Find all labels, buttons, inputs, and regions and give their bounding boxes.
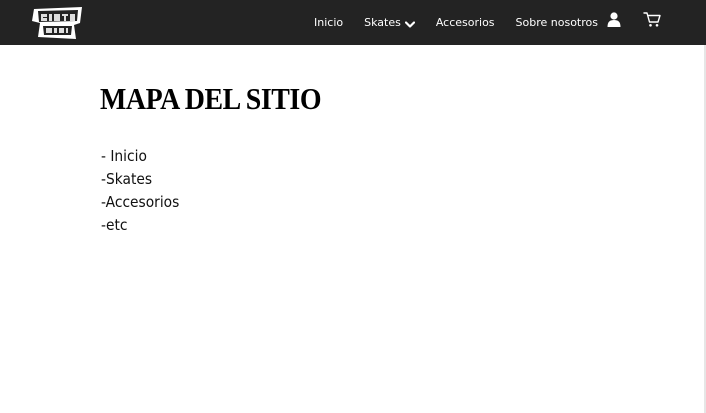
skate-or-die-logo[interactable] <box>30 5 86 41</box>
sitemap-item-accesorios: -Accesorios <box>101 193 180 211</box>
sitemap-item-etc: -etc <box>101 216 128 234</box>
chevron-down-icon <box>404 19 415 28</box>
sitemap-item-skates: -Skates <box>101 170 153 188</box>
user-icon[interactable] <box>607 12 621 27</box>
page-title: MAPA DEL SITIO <box>100 81 322 116</box>
page: Inicio Skates Accesorios Sobre nosotros <box>0 0 706 413</box>
cart-icon[interactable] <box>643 11 661 28</box>
main-nav: Inicio Skates Accesorios Sobre nosotros <box>314 0 598 45</box>
sitemap-item-inicio: - Inicio <box>101 147 147 165</box>
nav-inicio[interactable]: Inicio <box>314 16 343 29</box>
top-navbar: Inicio Skates Accesorios Sobre nosotros <box>0 0 706 45</box>
nav-skates-label: Skates <box>364 16 401 29</box>
nav-accesorios[interactable]: Accesorios <box>436 16 495 29</box>
nav-sobre-nosotros[interactable]: Sobre nosotros <box>516 16 598 29</box>
nav-skates[interactable]: Skates <box>364 16 415 29</box>
sitemap-list: - Inicio -Skates -Accesorios -etc <box>101 145 186 237</box>
